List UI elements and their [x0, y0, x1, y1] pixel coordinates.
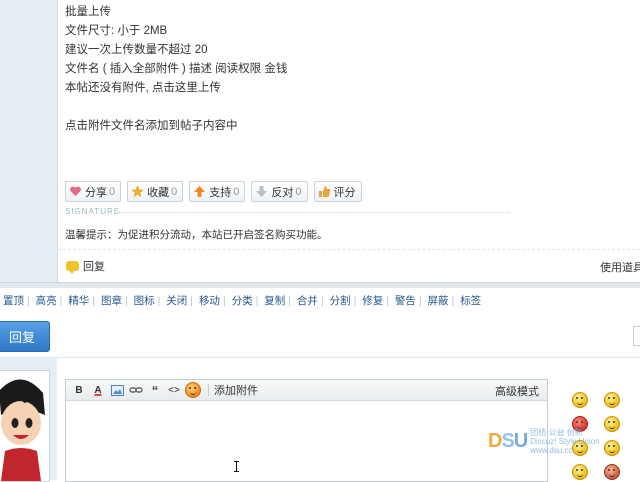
reply-area-divider [0, 357, 640, 358]
post-footer-divider [58, 249, 640, 250]
upload-header-text: 文件名 ( 插入全部附件 ) 描述 阅读权限 金钱 [65, 63, 288, 75]
reply-button[interactable]: 回复 [0, 321, 50, 352]
mod-category[interactable]: 分类 [229, 295, 256, 307]
attach-button[interactable]: 添加附件 [214, 382, 258, 398]
post-action-buttons: 分享 0 收藏 0 支持 0 反对 0 评分 [65, 181, 362, 202]
upload-empty-text[interactable]: 本帖还没有附件, 点击这里上传 [65, 79, 287, 98]
dsu-logo: DSU [488, 430, 528, 452]
upload-size-text: 文件尺寸: 小于 2MB [65, 25, 168, 37]
signature-divider [118, 212, 510, 213]
editor-textarea[interactable] [66, 401, 547, 481]
thumbs-up-icon [318, 185, 331, 198]
mod-stamp[interactable]: 图章 [98, 295, 125, 307]
mod-pin[interactable]: 置顶 [0, 295, 27, 307]
oppose-count: 0 [295, 185, 302, 198]
support-button[interactable]: 支持 0 [189, 181, 246, 202]
heart-icon [69, 185, 82, 198]
smiley-smile-icon[interactable] [572, 392, 588, 408]
rate-label: 评分 [333, 186, 356, 199]
rate-button[interactable]: 评分 [313, 181, 362, 202]
arrow-down-icon [255, 185, 268, 198]
reply-editor: B A “ <> 添加附件 高级模式 [65, 379, 548, 482]
smiley-monkey-icon[interactable] [604, 464, 620, 480]
signature-label: SIGNATURE [65, 207, 121, 216]
favorite-count: 0 [171, 185, 178, 198]
image-icon[interactable] [108, 382, 126, 398]
mod-icon[interactable]: 图标 [131, 295, 158, 307]
speech-bubble-icon [66, 261, 79, 274]
mod-highlight[interactable]: 高亮 [33, 295, 60, 307]
upload-hint-text: 点击附件文件名添加到帖子内容中 [65, 120, 238, 132]
mod-split[interactable]: 分割 [327, 295, 354, 307]
page-control-box[interactable] [633, 326, 640, 346]
smiley-sad-icon[interactable] [604, 392, 620, 408]
share-count: 0 [109, 185, 116, 198]
upload-count-text: 建议一次上传数量不超过 20 [65, 44, 208, 56]
support-count: 0 [233, 185, 240, 198]
post-author-column [0, 0, 58, 282]
upload-spacer [65, 98, 287, 117]
moderation-bar: 置顶 | 高亮 | 精华 | 图章 | 图标 | 关闭 | 移动 | 分类 | 复制 | 合并 | … [0, 293, 484, 308]
oppose-button[interactable]: 反对 0 [251, 181, 308, 202]
mod-tag[interactable]: 标签 [457, 295, 484, 307]
mod-warn[interactable]: 警告 [392, 295, 419, 307]
quote-button[interactable]: “ [146, 382, 164, 398]
share-button[interactable]: 分享 0 [65, 181, 122, 202]
dsu-slogan: 团结 公益 创新 Discuz! Style Union www.dsu.cc [530, 428, 600, 455]
dsu-watermark: DSU 团结 公益 创新 Discuz! Style Union www.dsu… [488, 428, 600, 455]
mod-block[interactable]: 屏蔽 [425, 295, 452, 307]
mod-repair[interactable]: 修复 [359, 295, 386, 307]
upload-info: 批量上传 文件尺寸: 小于 2MB 建议一次上传数量不超过 20 文件名 ( 插… [65, 3, 287, 136]
toolbar-separator [208, 384, 209, 396]
use-tools-link[interactable]: 使用道具 [600, 259, 640, 275]
bold-button[interactable]: B [70, 382, 88, 398]
post-separator [0, 282, 640, 288]
smiley-icon[interactable] [184, 382, 202, 398]
favorite-button[interactable]: 收藏 0 [127, 181, 184, 202]
smiley-confused-icon[interactable] [604, 416, 620, 432]
support-label: 支持 [209, 186, 232, 199]
smiley-wink-icon[interactable] [572, 464, 588, 480]
mod-merge[interactable]: 合并 [294, 295, 321, 307]
arrow-up-icon [193, 185, 206, 198]
advanced-mode-link[interactable]: 高级模式 [495, 383, 539, 399]
editor-toolbar: B A “ <> 添加附件 高级模式 [66, 380, 547, 401]
smiley-laugh-icon[interactable] [604, 440, 620, 456]
share-label: 分享 [85, 186, 107, 199]
font-color-button[interactable]: A [89, 382, 107, 398]
text-cursor-icon [234, 461, 239, 472]
mod-copy[interactable]: 复制 [261, 295, 288, 307]
upload-batch-link[interactable]: 批量上传 [65, 3, 287, 22]
mod-close[interactable]: 关闭 [163, 295, 190, 307]
link-icon[interactable] [127, 382, 145, 398]
signature-tip: 温馨提示：为促进积分流动，本站已开启签名购买功能。 [65, 229, 328, 241]
code-button[interactable]: <> [165, 382, 183, 398]
reply-link-label: 回复 [83, 261, 105, 273]
oppose-label: 反对 [271, 186, 294, 199]
star-icon [131, 185, 144, 198]
favorite-label: 收藏 [147, 186, 170, 199]
reply-link[interactable]: 回复 [66, 258, 105, 274]
avatar [0, 370, 50, 482]
mod-digest[interactable]: 精华 [65, 295, 92, 307]
mod-move[interactable]: 移动 [196, 295, 223, 307]
